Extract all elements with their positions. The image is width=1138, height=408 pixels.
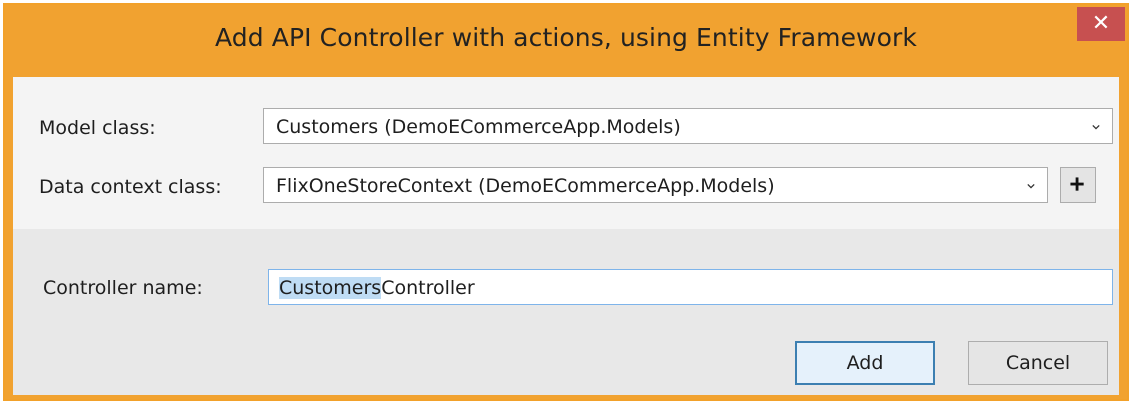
chevron-down-icon xyxy=(1027,183,1035,189)
add-data-context-button[interactable] xyxy=(1060,167,1096,203)
controller-name-input[interactable]: CustomersController xyxy=(268,269,1113,305)
dialog-title: Add API Controller with actions, using E… xyxy=(215,23,917,52)
model-class-value: Customers (DemoECommerceApp.Models) xyxy=(276,116,681,138)
close-button[interactable]: ✕ xyxy=(1077,7,1125,41)
data-section: Model class: Customers (DemoECommerceApp… xyxy=(13,77,1119,229)
title-bar: Add API Controller with actions, using E… xyxy=(5,5,1127,77)
model-class-label: Model class: xyxy=(39,117,156,139)
dialog-window: Add API Controller with actions, using E… xyxy=(3,3,1129,401)
selected-text: Customers xyxy=(279,277,382,299)
data-context-class-dropdown[interactable]: FlixOneStoreContext (DemoECommerceApp.Mo… xyxy=(263,167,1048,203)
unselected-text: Controller xyxy=(381,277,475,299)
data-context-class-value: FlixOneStoreContext (DemoECommerceApp.Mo… xyxy=(276,175,775,197)
model-class-dropdown[interactable]: Customers (DemoECommerceApp.Models) xyxy=(263,108,1113,144)
add-button[interactable]: Add xyxy=(795,341,935,385)
plus-icon xyxy=(1070,177,1084,191)
chevron-down-icon xyxy=(1092,124,1100,130)
controller-section: Controller name: CustomersController Add… xyxy=(13,229,1119,395)
controller-name-label: Controller name: xyxy=(43,277,203,299)
data-context-class-label: Data context class: xyxy=(39,176,222,198)
close-icon: ✕ xyxy=(1091,11,1111,36)
cancel-button[interactable]: Cancel xyxy=(968,341,1108,385)
